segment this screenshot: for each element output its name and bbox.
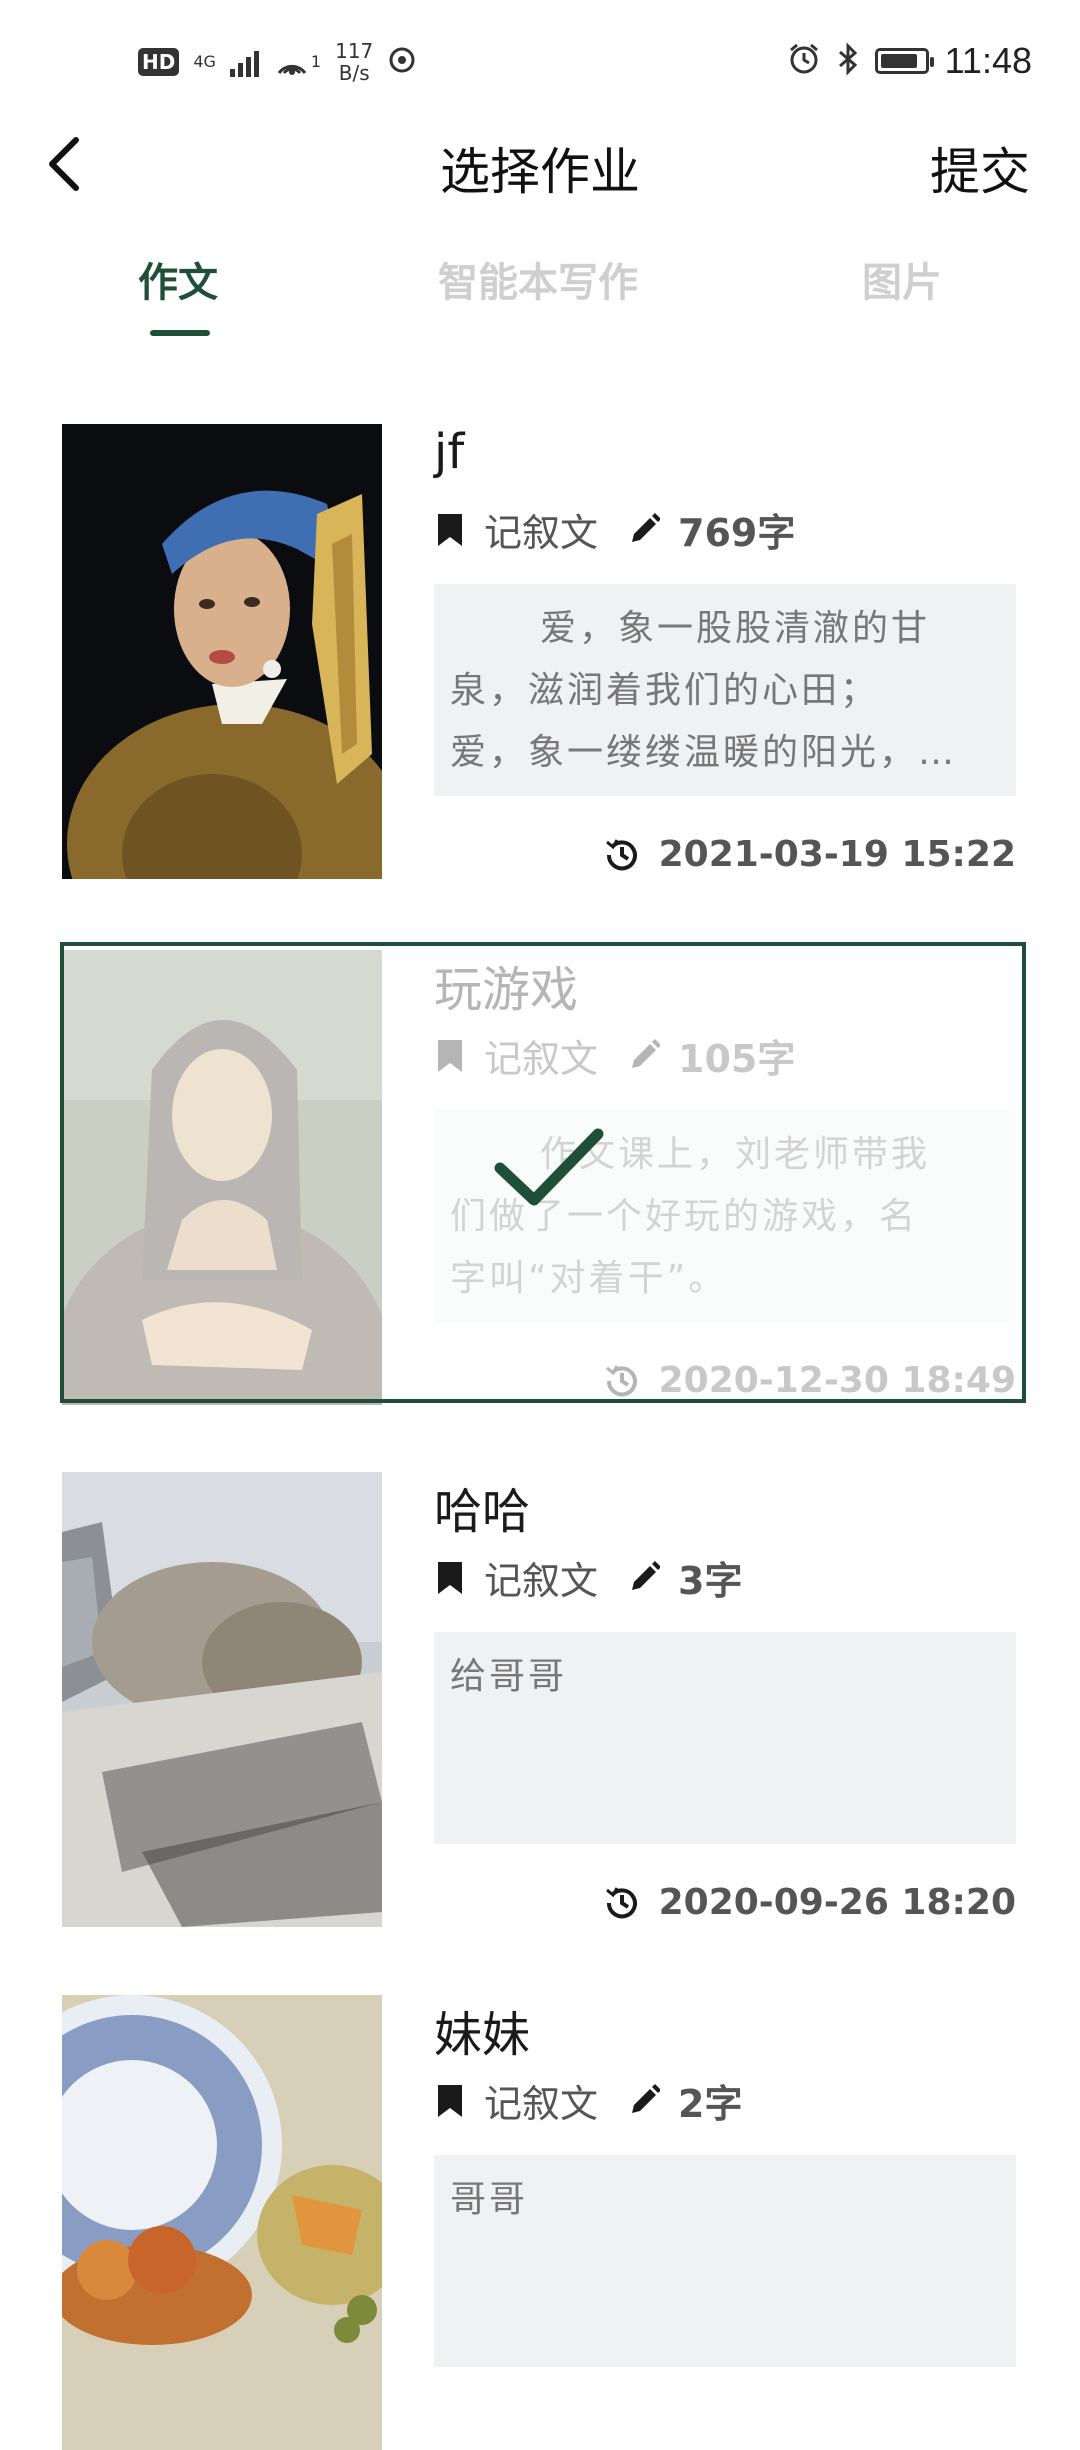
tab-smart-notebook[interactable]: 智能本写作 bbox=[438, 250, 638, 308]
hd-badge: HD bbox=[138, 48, 180, 76]
essay-date: 2021-03-19 15:22 bbox=[603, 834, 1016, 875]
excerpt-line: 爱，象一缕缕温暖的阳光，… bbox=[450, 732, 958, 773]
essay-title: 玩游戏 bbox=[434, 962, 579, 1018]
alarm-icon bbox=[787, 42, 821, 80]
speed-value: 117 bbox=[335, 39, 374, 63]
network-speed: 117 B/s bbox=[335, 40, 373, 84]
essay-date-text: 2020-12-30 18:49 bbox=[658, 1360, 1016, 1401]
status-left: HD 4G 1 117 B/s bbox=[138, 40, 417, 84]
essay-meta: 记叙文 3字 bbox=[434, 1550, 742, 1605]
history-icon bbox=[605, 1364, 637, 1396]
essay-title: 妹妹 bbox=[434, 2007, 531, 2063]
tab-images[interactable]: 图片 bbox=[862, 250, 942, 308]
essay-genre: 记叙文 bbox=[484, 2082, 599, 2126]
sync-icon bbox=[387, 45, 417, 79]
status-bar: HD 4G 1 117 B/s 11:48 bbox=[0, 0, 1080, 130]
excerpt-line: 给哥哥 bbox=[450, 1656, 568, 1697]
speed-unit: B/s bbox=[338, 61, 370, 85]
excerpt-line: 爱，象一股股清澈的甘 bbox=[540, 608, 931, 649]
pencil-icon bbox=[632, 1560, 661, 1590]
essay-meta: 记叙文 2字 bbox=[434, 2073, 742, 2128]
status-right: 11:48 bbox=[787, 40, 1032, 82]
history-icon bbox=[605, 838, 637, 870]
essay-thumbnail bbox=[62, 424, 382, 879]
essay-card[interactable]: 妹妹 记叙文 2字 哥哥 bbox=[62, 1995, 1024, 2450]
essay-date-text: 2021-03-19 15:22 bbox=[658, 834, 1016, 875]
excerpt-line: 字叫“对着干”。 bbox=[450, 1258, 728, 1299]
bookmark-icon bbox=[438, 513, 462, 546]
word-count: 769字 bbox=[678, 511, 796, 555]
battery-icon bbox=[874, 48, 934, 74]
tab-bar: 作文 智能本写作 图片 bbox=[0, 250, 1080, 340]
essay-date: 2020-09-26 18:20 bbox=[603, 1882, 1016, 1923]
bookmark-icon bbox=[438, 1039, 462, 1072]
back-button[interactable] bbox=[36, 128, 96, 198]
essay-genre: 记叙文 bbox=[484, 1559, 599, 1603]
essay-title: 哈哈 bbox=[434, 1484, 531, 1540]
signal-icon bbox=[229, 47, 259, 77]
network-type: 4G bbox=[193, 52, 216, 71]
essay-date-text: 2020-09-26 18:20 bbox=[658, 1882, 1016, 1923]
essay-meta: 记叙文 105字 bbox=[434, 1028, 795, 1083]
hotspot-icon: 1 bbox=[273, 47, 321, 77]
essay-genre: 记叙文 bbox=[484, 1037, 599, 1081]
essay-card[interactable]: 哈哈 记叙文 3字 给哥哥 2020-09-26 18:20 bbox=[62, 1472, 1024, 1927]
essay-genre: 记叙文 bbox=[484, 511, 599, 555]
essay-excerpt: 爱，象一股股清澈的甘 泉，滋润着我们的心田； 爱，象一缕缕温暖的阳光，… bbox=[434, 584, 1016, 796]
excerpt-line: 作文课上，刘老师带我 bbox=[540, 1134, 931, 1175]
word-count: 3字 bbox=[678, 1559, 743, 1603]
excerpt-line: 哥哥 bbox=[450, 2179, 529, 2220]
essay-title: jf bbox=[434, 424, 465, 480]
hotspot-count: 1 bbox=[310, 52, 322, 71]
essay-date: 2020-12-30 18:49 bbox=[603, 1360, 1016, 1401]
essay-thumbnail bbox=[62, 950, 382, 1405]
essay-thumbnail bbox=[62, 1472, 382, 1927]
essay-card-selected[interactable]: 玩游戏 记叙文 105字 作文课上，刘老师带我 们做了一个好玩的游戏，名 字叫“… bbox=[60, 942, 1026, 1405]
excerpt-line: 们做了一个好玩的游戏，名 bbox=[450, 1196, 919, 1237]
active-tab-indicator bbox=[150, 330, 210, 336]
essay-card[interactable]: jf 记叙文 769字 爱，象一股股清澈的甘 泉，滋润着我们的心田； 爱，象一缕… bbox=[62, 424, 1024, 879]
essay-meta: 记叙文 769字 bbox=[434, 502, 795, 557]
essay-excerpt: 给哥哥 bbox=[434, 1632, 1016, 1844]
bookmark-icon bbox=[438, 1561, 462, 1594]
page-title: 选择作业 bbox=[440, 143, 640, 201]
word-count: 105字 bbox=[678, 1037, 796, 1081]
excerpt-line: 泉，滋润着我们的心田； bbox=[450, 670, 880, 711]
pencil-icon bbox=[632, 512, 661, 542]
word-count: 2字 bbox=[678, 2082, 743, 2126]
essay-thumbnail bbox=[62, 1995, 382, 2450]
chevron-left-icon bbox=[49, 137, 79, 191]
submit-button[interactable]: 提交 bbox=[930, 132, 1030, 204]
history-icon bbox=[605, 1886, 637, 1918]
essay-excerpt: 哥哥 bbox=[434, 2155, 1016, 2367]
pencil-icon bbox=[632, 2083, 661, 2113]
clock-time: 11:48 bbox=[944, 40, 1032, 81]
essay-excerpt: 作文课上，刘老师带我 们做了一个好玩的游戏，名 字叫“对着干”。 bbox=[434, 1110, 1016, 1322]
bluetooth-icon bbox=[837, 42, 859, 80]
app-header: 选择作业 提交 bbox=[0, 120, 1080, 210]
bookmark-icon bbox=[438, 2084, 462, 2117]
pencil-icon bbox=[632, 1038, 661, 1068]
tab-essay[interactable]: 作文 bbox=[138, 250, 218, 308]
